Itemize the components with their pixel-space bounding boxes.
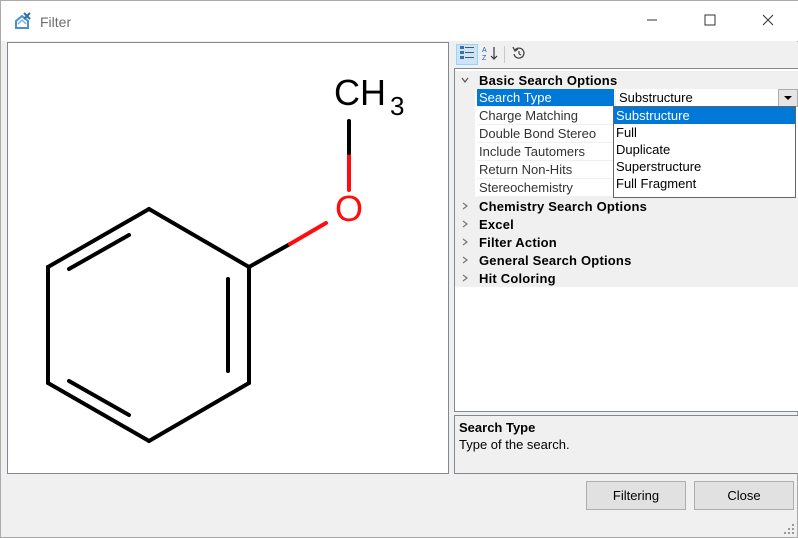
filter-dialog: Filter O CH 3 A Z Basic Search Options S… (0, 0, 798, 538)
category-label: Basic Search Options (479, 73, 618, 88)
property-name: Search Type (477, 89, 614, 107)
help-title: Search Type (459, 420, 536, 435)
category-label: Chemistry Search Options (479, 199, 648, 214)
minimize-icon (646, 14, 658, 29)
search-type-dropdown-list[interactable]: Substructure Full Duplicate Superstructu… (613, 106, 796, 198)
category-excel[interactable]: Excel (455, 215, 798, 233)
c-o-bond-half-red (288, 221, 328, 246)
chevron-right-icon[interactable] (459, 234, 471, 250)
chemaxon-x-icon (13, 12, 33, 32)
benzene-ring (46, 207, 251, 443)
dropdown-option[interactable]: Full Fragment (614, 175, 795, 192)
property-value: Substructure (619, 90, 693, 105)
category-basic-search-options[interactable]: Basic Search Options (455, 71, 798, 89)
close-button[interactable]: Close (694, 481, 794, 510)
sort-alphabetical-icon: A Z (482, 45, 498, 64)
oxygen-atom-label: O (335, 188, 363, 229)
resize-grip-icon[interactable] (783, 523, 795, 535)
bond (147, 381, 251, 443)
categorized-view-icon (459, 45, 475, 64)
svg-text:Z: Z (482, 55, 487, 61)
dropdown-option[interactable]: Full (614, 124, 795, 141)
bond (46, 207, 151, 269)
anisole-structure: O CH 3 (46, 72, 404, 443)
category-hit-coloring[interactable]: Hit Coloring (455, 269, 798, 287)
c-o-bond-half (247, 242, 292, 269)
category-label: Excel (479, 217, 514, 232)
categorized-view-button[interactable] (456, 44, 478, 65)
search-type-select[interactable]: Substructure (615, 89, 798, 107)
chevron-right-icon[interactable] (459, 216, 471, 232)
chevron-right-icon[interactable] (459, 270, 471, 286)
close-window-button[interactable] (745, 1, 791, 41)
category-label: General Search Options (479, 253, 632, 268)
chevron-down-icon (784, 96, 792, 100)
property-name: Return Non-Hits (477, 161, 614, 179)
category-general-search-options[interactable]: General Search Options (455, 251, 798, 269)
maximize-button[interactable] (687, 1, 733, 41)
reset-icon (511, 45, 527, 64)
help-description: Type of the search. (459, 437, 570, 452)
category-label: Hit Coloring (479, 271, 556, 286)
structure-canvas[interactable]: O CH 3 (7, 42, 449, 474)
property-grid: A Z Basic Search Options Search Type Sub… (454, 42, 798, 412)
sort-alphabetical-button[interactable]: A Z (479, 44, 501, 65)
property-help-box: Search Type Type of the search. (454, 415, 798, 474)
category-chemistry-search-options[interactable]: Chemistry Search Options (455, 197, 798, 215)
property-name: Charge Matching (477, 107, 614, 125)
methyl-label: CH (334, 72, 386, 113)
svg-text:A: A (482, 47, 487, 54)
category-label: Filter Action (479, 235, 557, 250)
dropdown-option[interactable]: Substructure (614, 107, 795, 124)
maximize-icon (704, 14, 716, 29)
dropdown-option[interactable]: Duplicate (614, 141, 795, 158)
dropdown-option[interactable]: Superstructure (614, 158, 795, 175)
chevron-right-icon[interactable] (459, 252, 471, 268)
property-name: Double Bond Stereo (477, 125, 614, 143)
toolbar-separator (504, 46, 505, 63)
category-filter-action[interactable]: Filter Action (455, 233, 798, 251)
dropdown-button[interactable] (778, 89, 798, 107)
chevron-down-icon[interactable] (459, 72, 471, 88)
bond (147, 207, 251, 269)
close-icon (762, 14, 774, 29)
window-title: Filter (40, 14, 72, 30)
chevron-right-icon[interactable] (459, 198, 471, 214)
bond (46, 381, 151, 443)
title-bar[interactable]: Filter (1, 1, 798, 41)
property-name: Stereochemistry (477, 179, 614, 197)
filtering-button[interactable]: Filtering (586, 481, 686, 510)
methyl-subscript: 3 (390, 91, 404, 121)
reset-button[interactable] (508, 44, 530, 65)
property-row-search-type[interactable]: Search Type Substructure (455, 89, 798, 107)
property-grid-toolbar: A Z (454, 42, 798, 67)
property-name: Include Tautomers (477, 143, 614, 161)
minimize-button[interactable] (629, 1, 675, 41)
